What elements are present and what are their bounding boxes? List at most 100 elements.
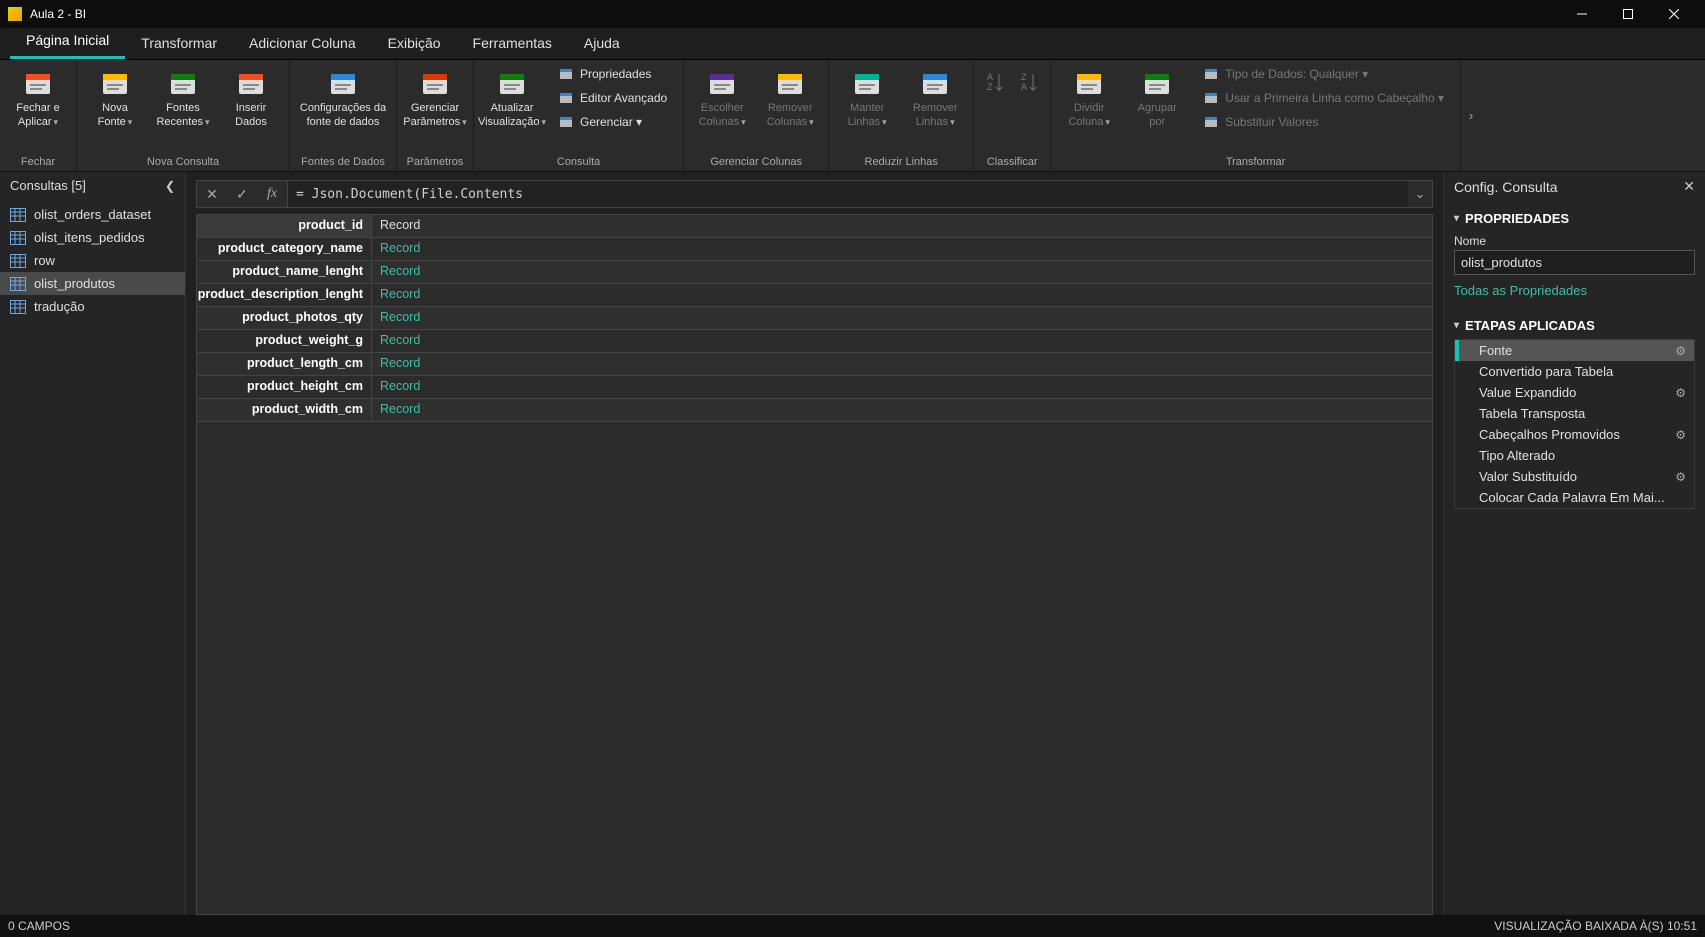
ribbon-tab[interactable]: Página Inicial [10, 26, 125, 59]
ribbon-button[interactable]: RemoverLinhas [903, 64, 967, 144]
ribbon-button[interactable]: Configurações dafonte de dados [296, 64, 390, 144]
query-item[interactable]: olist_itens_pedidos [0, 226, 185, 249]
applied-step[interactable]: Fonte⚙ [1455, 340, 1694, 361]
workspace: Consultas [5] ❮ olist_orders_datasetolis… [0, 172, 1705, 915]
applied-step[interactable]: Tipo Alterado [1455, 445, 1694, 466]
ribbon-group-label: Nova Consulta [83, 154, 283, 169]
query-item[interactable]: olist_orders_dataset [0, 203, 185, 226]
close-settings-icon[interactable]: ✕ [1683, 178, 1695, 195]
ribbon-button[interactable]: DividirColuna [1057, 64, 1121, 144]
minimize-button[interactable] [1559, 0, 1605, 28]
grid-value[interactable]: Record [372, 399, 1432, 421]
ribbon-button[interactable]: Fechar eAplicar [6, 64, 70, 144]
applied-step[interactable]: Tabela Transposta [1455, 403, 1694, 424]
ribbon-tab[interactable]: Ajuda [568, 29, 636, 59]
applied-steps-header[interactable]: ETAPAS APLICADAS [1454, 318, 1695, 333]
table-icon [10, 254, 26, 268]
center-area: ✕ ✓ fx = Json.Document(File.Contents ⌄ p… [186, 172, 1443, 915]
formula-input[interactable]: = Json.Document(File.Contents [287, 181, 1408, 207]
grid-value[interactable]: Record [372, 261, 1432, 283]
ribbon-button[interactable]: GerenciarParâmetros [403, 64, 467, 144]
query-item[interactable]: tradução [0, 295, 185, 318]
ribbon-button[interactable]: Agruparpor [1125, 64, 1189, 144]
gear-icon[interactable]: ⚙ [1675, 386, 1686, 400]
title-bar: Aula 2 - BI [0, 0, 1705, 28]
applied-step[interactable]: Valor Substituído⚙ [1455, 466, 1694, 487]
ribbon-button[interactable]: ManterLinhas [835, 64, 899, 144]
ribbon-button[interactable]: FontesRecentes [151, 64, 215, 144]
grid-row[interactable]: product_idRecord [197, 215, 1432, 238]
formula-cancel-icon[interactable]: ✕ [197, 186, 227, 203]
grid-row[interactable]: product_description_lenghtRecord [197, 284, 1432, 307]
properties-header[interactable]: PROPRIEDADES [1454, 211, 1695, 226]
ribbon-button[interactable]: NovaFonte [83, 64, 147, 144]
ribbon-button[interactable]: InserirDados [219, 64, 283, 144]
all-properties-link[interactable]: Todas as Propriedades [1454, 283, 1695, 298]
ribbon-mini-button[interactable]: Usar a Primeira Linha como Cabeçalho ▾ [1199, 88, 1448, 108]
grid-row[interactable]: product_category_nameRecord [197, 238, 1432, 261]
ribbon-mini-button[interactable]: Gerenciar ▾ [554, 112, 671, 132]
ribbon-tab[interactable]: Ferramentas [457, 29, 568, 59]
ribbon-button[interactable]: EscolherColunas [690, 64, 754, 144]
ribbon-button[interactable]: AZ [980, 64, 1010, 144]
grid-value[interactable]: Record [372, 215, 1432, 237]
query-item[interactable]: olist_produtos [0, 272, 185, 295]
applied-step[interactable]: Cabeçalhos Promovidos⚙ [1455, 424, 1694, 445]
ribbon-button[interactable]: AtualizarVisualização [480, 64, 544, 144]
settings-title: Config. Consulta [1454, 179, 1558, 195]
ribbon-button-icon: ZA [1013, 68, 1045, 100]
grid-row[interactable]: product_width_cmRecord [197, 399, 1432, 422]
ribbon-button[interactable]: RemoverColunas [758, 64, 822, 144]
grid-value[interactable]: Record [372, 284, 1432, 306]
table-icon [10, 208, 26, 222]
applied-step[interactable]: Colocar Cada Palavra Em Mai... [1455, 487, 1694, 508]
applied-step[interactable]: Convertido para Tabela [1455, 361, 1694, 382]
close-button[interactable] [1651, 0, 1697, 28]
ribbon-tab[interactable]: Transformar [125, 29, 233, 59]
collapse-queries-icon[interactable]: ❮ [165, 179, 175, 193]
grid-value[interactable]: Record [372, 376, 1432, 398]
grid-key: product_height_cm [197, 376, 372, 398]
ribbon-tab[interactable]: Adicionar Coluna [233, 29, 372, 59]
ribbon-expand-icon[interactable]: › [1461, 60, 1481, 171]
grid-key: product_name_lenght [197, 261, 372, 283]
grid-value[interactable]: Record [372, 330, 1432, 352]
applied-step[interactable]: Value Expandido⚙ [1455, 382, 1694, 403]
grid-value[interactable]: Record [372, 353, 1432, 375]
gear-icon[interactable]: ⚙ [1675, 470, 1686, 484]
ribbon-button[interactable]: ZA [1014, 64, 1044, 144]
grid-row[interactable]: product_photos_qtyRecord [197, 307, 1432, 330]
gear-icon[interactable]: ⚙ [1675, 428, 1686, 442]
query-item[interactable]: row [0, 249, 185, 272]
ribbon-mini-button[interactable]: Substituir Valores [1199, 112, 1448, 132]
grid-key: product_length_cm [197, 353, 372, 375]
grid-row[interactable]: product_name_lenghtRecord [197, 261, 1432, 284]
ribbon-tab[interactable]: Exibição [372, 29, 457, 59]
grid-row[interactable]: product_height_cmRecord [197, 376, 1432, 399]
ribbon-group-label: Reduzir Linhas [835, 154, 967, 169]
query-name-input[interactable] [1454, 250, 1695, 275]
ribbon-tabs: Página InicialTransformarAdicionar Colun… [0, 28, 1705, 60]
window-title: Aula 2 - BI [30, 7, 86, 21]
maximize-button[interactable] [1605, 0, 1651, 28]
applied-steps-list: Fonte⚙Convertido para TabelaValue Expand… [1454, 339, 1695, 509]
grid-row[interactable]: product_length_cmRecord [197, 353, 1432, 376]
ribbon-mini-button[interactable]: Tipo de Dados: Qualquer ▾ [1199, 64, 1448, 84]
ribbon: Fechar eAplicarFecharNovaFonteFontesRece… [0, 60, 1705, 172]
ribbon-mini-button[interactable]: Propriedades [554, 64, 671, 84]
fx-icon[interactable]: fx [257, 186, 287, 202]
grid-value[interactable]: Record [372, 307, 1432, 329]
data-grid[interactable]: product_idRecordproduct_category_nameRec… [196, 214, 1433, 915]
formula-expand-icon[interactable]: ⌄ [1408, 186, 1432, 202]
queries-list: olist_orders_datasetolist_itens_pedidosr… [0, 199, 185, 322]
grid-value[interactable]: Record [372, 238, 1432, 260]
ribbon-mini-button[interactable]: Editor Avançado [554, 88, 671, 108]
formula-commit-icon[interactable]: ✓ [227, 186, 257, 203]
ribbon-group-label: Consulta [480, 154, 677, 169]
queries-title: Consultas [5] [10, 178, 86, 193]
ribbon-button-icon [22, 68, 54, 100]
formula-bar: ✕ ✓ fx = Json.Document(File.Contents ⌄ [196, 180, 1433, 208]
gear-icon[interactable]: ⚙ [1675, 344, 1686, 358]
grid-row[interactable]: product_weight_gRecord [197, 330, 1432, 353]
status-bar: 0 CAMPOS VISUALIZAÇÃO BAIXADA À(S) 10:51 [0, 915, 1705, 937]
